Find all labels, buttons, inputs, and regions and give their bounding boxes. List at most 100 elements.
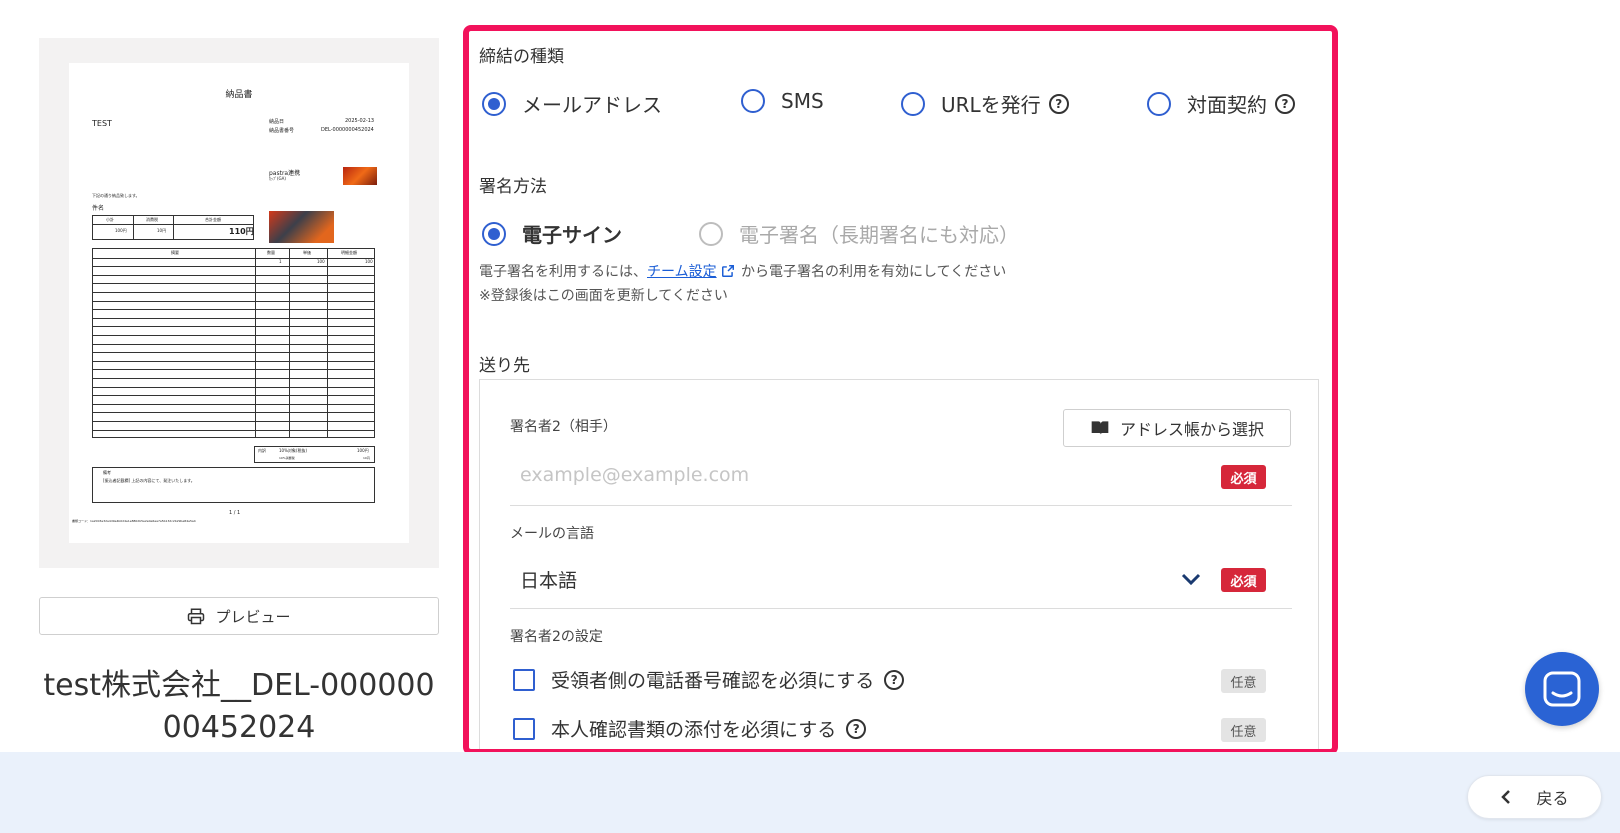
chat-icon — [1543, 671, 1581, 707]
items-row-line — [93, 421, 374, 422]
footer-bar — [0, 752, 1620, 833]
items-row-line — [93, 326, 374, 328]
contract-type-label: 締結の種類 — [479, 47, 564, 67]
help-icon[interactable]: ? — [1275, 93, 1295, 114]
tax-value: 100円 — [357, 448, 369, 453]
items-row-line — [93, 352, 374, 354]
items-header: 単価 — [303, 250, 311, 255]
email-input[interactable]: example@example.com — [520, 464, 749, 486]
items-row-line — [93, 360, 374, 362]
radio-electronic-sign[interactable]: 電子サイン — [482, 219, 622, 248]
items-row-line — [93, 386, 374, 388]
items-row-line — [93, 412, 374, 414]
items-cell: 100 — [317, 259, 325, 264]
items-row-line — [93, 343, 374, 345]
book-icon — [1091, 421, 1109, 435]
radio-sms[interactable]: SMS — [741, 89, 824, 113]
printer-icon — [188, 608, 205, 625]
help-icon[interactable]: ? — [884, 669, 905, 690]
items-table: 摘要 数量 単価 明細金額 1 100 100 — [92, 248, 375, 438]
doc-intro: 下記の通り納品致します。 — [92, 193, 140, 198]
radio-indicator[interactable] — [901, 91, 925, 116]
doc-meta-value: 2025-02-13 — [345, 118, 375, 124]
items-header: 明細金額 — [341, 250, 357, 255]
preview-button-label: プレビュー — [215, 607, 291, 626]
note-line2: ※登録後はこの画面を更新してください — [479, 288, 728, 304]
radio-url[interactable]: URLを発行 ? — [901, 89, 1069, 118]
radio-sms-label: SMS — [781, 89, 824, 113]
radio-indicator[interactable] — [482, 221, 506, 246]
checkbox[interactable] — [513, 668, 535, 691]
radio-digital-signature: 電子署名（長期署名にも対応） — [699, 219, 1019, 248]
doc-subject-label: 件名 — [92, 205, 105, 212]
doc-meta-label: 納品書番号 — [269, 128, 295, 134]
items-row-line — [93, 395, 374, 397]
items-row-line — [93, 369, 374, 371]
chevron-down-icon[interactable] — [1181, 572, 1201, 586]
optional-badge: 任意 — [1221, 718, 1266, 742]
team-settings-link[interactable]: チーム設定 — [647, 264, 717, 280]
chat-launcher-button[interactable] — [1525, 652, 1599, 726]
signer-label: 署名者2（相手） — [510, 419, 617, 435]
language-underline — [510, 608, 1292, 609]
email-underline — [510, 505, 1292, 506]
summary-header: 消費税 — [146, 217, 158, 222]
address-book-label: アドレス帳から選択 — [1119, 420, 1264, 439]
id-document-option[interactable]: 本人確認書類の添付を必須にする ? — [513, 715, 867, 742]
document-preview: 納品書 TEST 納品日 2025-02-13 納品書番号 DEL-000000… — [39, 38, 439, 568]
help-icon[interactable]: ? — [1048, 93, 1069, 114]
radio-electronic-sign-label: 電子サイン — [522, 223, 622, 247]
back-button-label: 戻る — [1536, 789, 1569, 808]
radio-in-person[interactable]: 対面契約 ? — [1147, 89, 1295, 118]
items-cell: 1 — [279, 259, 282, 264]
summary-header: 小計 — [106, 217, 114, 222]
remarks-text: [振込者記載欄] 上記の内容にて、発注いたします。 — [103, 478, 195, 483]
items-row-line — [93, 403, 374, 405]
items-row-line — [93, 292, 374, 293]
radio-indicator[interactable] — [1147, 91, 1171, 116]
id-document-label: 本人確認書類の添付を必須にする — [551, 719, 837, 741]
document-name: test株式会社__DEL-00000000452024 — [43, 668, 435, 745]
radio-email[interactable]: メールアドレス — [482, 89, 662, 118]
tax-sub-value: 10円 — [363, 456, 370, 460]
document-page: 納品書 TEST 納品日 2025-02-13 納品書番号 DEL-000000… — [69, 63, 409, 543]
language-select[interactable]: 日本語 — [520, 566, 577, 593]
phone-verification-option[interactable]: 受領者側の電話番号確認を必須にする ? — [513, 666, 905, 693]
items-row-line — [93, 335, 374, 336]
help-icon[interactable]: ? — [846, 718, 867, 739]
radio-in-person-label: 対面契約 — [1187, 93, 1267, 117]
radio-indicator — [699, 221, 723, 246]
summary-value: 10円 — [157, 228, 167, 233]
recipient-box: 署名者2（相手） アドレス帳から選択 example@example.com 必… — [479, 379, 1319, 749]
radio-indicator[interactable] — [741, 89, 765, 113]
items-header: 数量 — [267, 250, 275, 255]
page-number: 1 / 1 — [229, 510, 241, 516]
items-row-line — [93, 274, 374, 276]
doc-company-sub: ｶｯﾌﾟ(GA) — [269, 176, 286, 181]
items-cell: 100 — [365, 259, 373, 264]
note-suffix: から電子署名の利用を有効にしてください — [736, 264, 1007, 280]
items-row-line — [93, 283, 374, 285]
optional-badge: 任意 — [1221, 669, 1266, 693]
items-row-line — [93, 317, 374, 319]
phone-verification-label: 受領者側の電話番号確認を必須にする — [551, 670, 875, 692]
required-badge: 必須 — [1221, 465, 1266, 489]
sign-method-label: 署名方法 — [479, 177, 547, 197]
doc-client: TEST — [92, 119, 112, 128]
signer-settings-label: 署名者2の設定 — [510, 629, 603, 645]
items-row-line — [93, 266, 374, 268]
contract-settings-panel: 締結の種類 メールアドレス SMS URLを発行 ? 対面契約 ? 署名方法 電… — [463, 25, 1338, 755]
sign-method-note: 電子署名を利用するには、チーム設定 から電子署名の利用を有効にしてください ※登… — [479, 260, 1006, 308]
summary-header: 合計金額 — [205, 217, 221, 222]
address-book-button[interactable]: アドレス帳から選択 — [1063, 409, 1291, 447]
preview-button[interactable]: プレビュー — [39, 597, 439, 635]
back-button[interactable]: 戻る — [1467, 775, 1602, 819]
recipients-label: 送り先 — [479, 356, 530, 376]
doc-footer-code: 書類コード：1a2003e32a4d9e4b0d4e1e8802b5e2e0e6… — [72, 519, 196, 523]
summary-value: 100円 — [115, 228, 127, 233]
company-seal-image — [343, 167, 377, 185]
radio-indicator[interactable] — [482, 91, 506, 116]
checkbox[interactable] — [513, 717, 535, 740]
items-row-line — [93, 309, 374, 311]
items-row-line — [93, 429, 374, 431]
